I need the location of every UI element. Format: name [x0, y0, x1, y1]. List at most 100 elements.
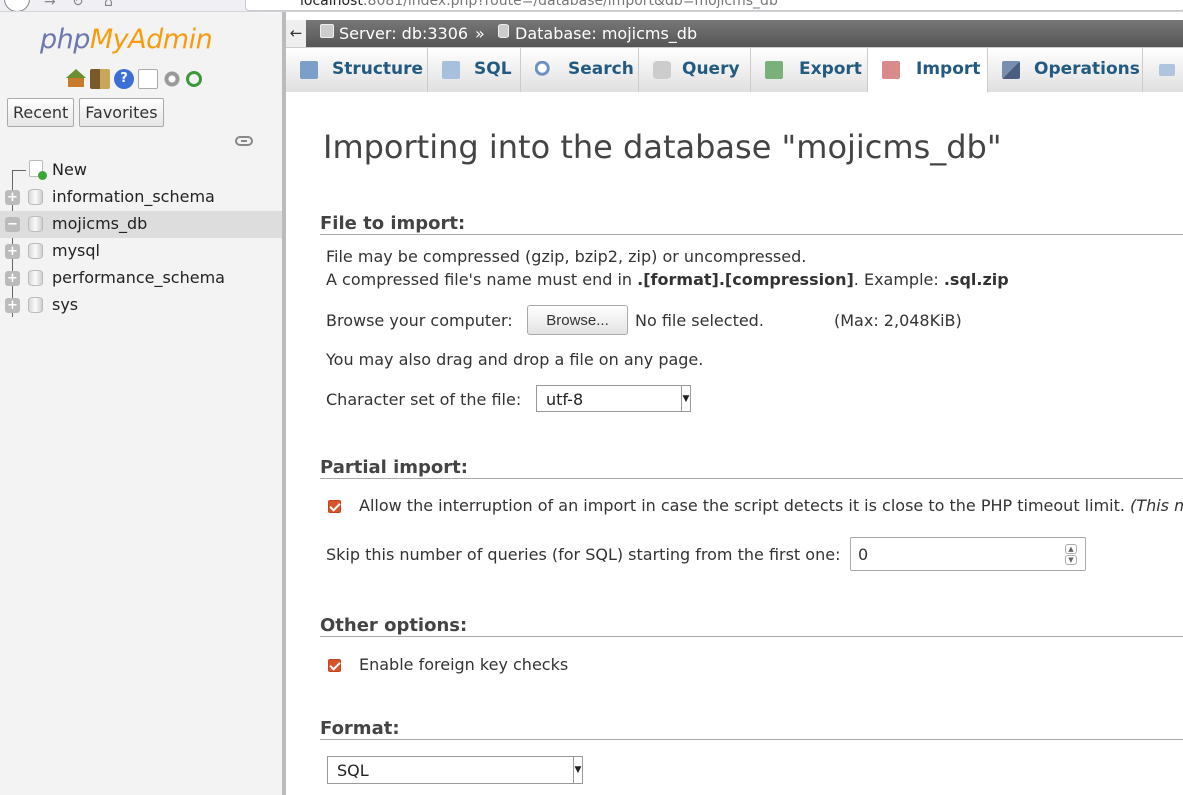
main-panel: ← Server: db:3306 » Database: mojicms_db…: [286, 12, 1183, 795]
charset-select[interactable]: utf-8 ▼: [536, 385, 691, 412]
new-database-icon: [29, 160, 47, 180]
database-icon: [28, 189, 43, 205]
tree-item-sys[interactable]: + sys: [0, 292, 282, 319]
breadcrumb-server[interactable]: Server: db:3306: [339, 24, 468, 43]
database-icon: [28, 270, 43, 286]
tab-export[interactable]: Export: [751, 48, 868, 92]
divider: [320, 234, 1183, 235]
format-value: SQL: [337, 761, 369, 780]
database-icon: [28, 297, 43, 313]
tree-item-label[interactable]: information_schema: [52, 187, 215, 206]
tab-more[interactable]: [1143, 48, 1183, 92]
tree-item-performance-schema[interactable]: + performance_schema: [0, 265, 282, 292]
tab-search[interactable]: Search: [521, 48, 639, 92]
max-upload-size: (Max: 2,048KiB): [834, 311, 962, 330]
documentation-icon[interactable]: [138, 69, 158, 89]
database-icon: [498, 24, 509, 38]
breadcrumb: ← Server: db:3306 » Database: mojicms_db: [286, 20, 1183, 47]
more-tab-icon: [1159, 64, 1175, 76]
breadcrumb-database[interactable]: Database: mojicms_db: [515, 24, 697, 43]
section-partial-import: Partial import:: [320, 457, 468, 478]
divider: [320, 636, 1183, 637]
drag-drop-note: You may also drag and drop a file on any…: [326, 350, 704, 369]
home-icon[interactable]: [66, 69, 86, 89]
home-icon[interactable]: ⌂: [104, 0, 113, 10]
divider: [320, 478, 1183, 479]
tab-sql[interactable]: SQL: [428, 48, 521, 92]
tree-item-mojicms-db[interactable]: − mojicms_db: [0, 211, 282, 238]
spin-down-icon[interactable]: ▼: [1065, 555, 1077, 565]
tab-query[interactable]: Query: [639, 48, 751, 92]
allow-interrupt-label[interactable]: Allow the interruption of an import in c…: [359, 496, 1183, 515]
section-other-options: Other options:: [320, 615, 468, 636]
section-format: Format:: [320, 718, 400, 739]
favorites-tab[interactable]: Favorites: [79, 98, 164, 127]
tree-item-information-schema[interactable]: + information_schema: [0, 184, 282, 211]
spin-up-icon[interactable]: ▲: [1065, 544, 1077, 554]
reload-icon[interactable]: ↻: [72, 0, 84, 10]
tab-operations[interactable]: Operations: [988, 48, 1143, 92]
file-status: No file selected.: [635, 311, 764, 330]
tree-item-label[interactable]: mojicms_db: [52, 214, 147, 233]
logout-icon[interactable]: [90, 69, 110, 89]
tree-item-label[interactable]: New: [52, 160, 87, 179]
format-select[interactable]: SQL ▼: [327, 756, 583, 784]
query-icon: [653, 61, 671, 79]
tree-connector: [12, 170, 26, 171]
collapse-navigation-button[interactable]: ←: [286, 20, 306, 47]
expand-icon[interactable]: +: [5, 190, 20, 205]
search-icon: [535, 61, 553, 79]
browse-button[interactable]: Browse...: [527, 305, 628, 335]
navigation-panel: phpMyAdmin ? Recent Favorites New + info…: [0, 12, 283, 795]
extension-note: A compressed file's name must end in .[f…: [326, 270, 1009, 289]
export-icon: [765, 61, 783, 79]
charset-label: Character set of the file:: [326, 390, 522, 409]
skip-queries-value: 0: [858, 545, 869, 564]
page-title: Importing into the database "mojicms_db": [323, 128, 1002, 166]
quick-links: ?: [66, 69, 202, 89]
tree-item-label[interactable]: performance_schema: [52, 268, 225, 287]
compression-note: File may be compressed (gzip, bzip2, zip…: [326, 247, 807, 266]
back-button[interactable]: [4, 0, 30, 11]
skip-queries-input[interactable]: 0 ▲ ▼: [850, 537, 1086, 571]
skip-queries-label: Skip this number of queries (for SQL) st…: [326, 545, 841, 564]
database-icon: [28, 243, 43, 259]
chevron-down-icon: ▼: [681, 386, 690, 411]
foreign-key-checks-label[interactable]: Enable foreign key checks: [359, 655, 568, 674]
breadcrumb-separator: »: [475, 24, 485, 43]
section-file-to-import: File to import:: [320, 213, 466, 234]
recent-tab[interactable]: Recent: [7, 98, 75, 127]
divider: [320, 739, 1183, 740]
tree-item-label[interactable]: sys: [52, 295, 78, 314]
tree-item-label[interactable]: mysql: [52, 241, 100, 260]
tree-item-mysql[interactable]: + mysql: [0, 238, 282, 265]
link-with-main-panel-icon[interactable]: [235, 136, 253, 146]
foreign-key-checks-checkbox[interactable]: [328, 659, 341, 672]
browse-label: Browse your computer:: [326, 311, 513, 330]
charset-value: utf-8: [546, 390, 584, 409]
tree-item-new[interactable]: New: [0, 157, 282, 184]
browser-toolbar: → ↻ ⌂ localhost:8081/index.php?route=/da…: [0, 0, 1183, 12]
sql-icon: [442, 61, 460, 79]
url-text[interactable]: localhost:8081/index.php?route=/database…: [300, 0, 778, 9]
forward-icon[interactable]: →: [44, 0, 56, 10]
phpmyadmin-logo[interactable]: phpMyAdmin: [40, 24, 213, 55]
settings-gear-icon[interactable]: [162, 69, 182, 89]
reload-navigation-icon[interactable]: [186, 71, 202, 87]
expand-icon[interactable]: +: [5, 298, 20, 313]
help-icon[interactable]: ?: [114, 69, 134, 89]
tab-bar: Structure SQL Search Query Export Import…: [286, 47, 1183, 93]
collapse-icon[interactable]: −: [5, 217, 20, 232]
wrench-icon: [1002, 61, 1020, 79]
database-tree: New + information_schema − mojicms_db + …: [0, 157, 282, 319]
tab-structure[interactable]: Structure: [286, 48, 428, 92]
chevron-down-icon: ▼: [573, 757, 582, 783]
database-icon: [28, 216, 43, 232]
tab-import[interactable]: Import: [868, 48, 988, 93]
allow-interrupt-checkbox[interactable]: [328, 500, 341, 513]
expand-icon[interactable]: +: [5, 244, 20, 259]
number-spinner[interactable]: ▲ ▼: [1065, 544, 1077, 566]
import-icon: [882, 61, 900, 79]
recent-favorites-tabs: Recent Favorites: [7, 98, 164, 127]
expand-icon[interactable]: +: [5, 271, 20, 286]
